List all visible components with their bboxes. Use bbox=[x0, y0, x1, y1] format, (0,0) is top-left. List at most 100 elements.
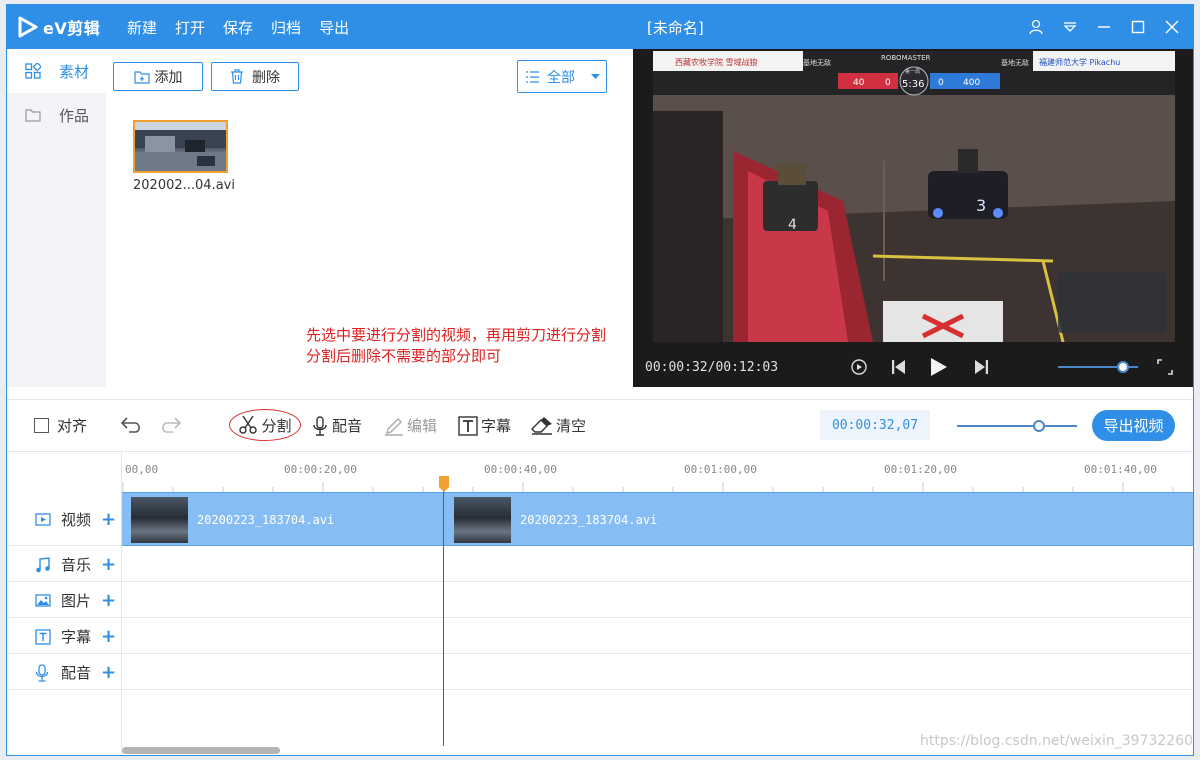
thumbnail-scene-image bbox=[135, 122, 226, 171]
menu-save[interactable]: 保存 bbox=[223, 17, 253, 38]
subtitle-button[interactable]: 字幕 bbox=[458, 415, 511, 436]
timeline-scrollbar[interactable] bbox=[122, 747, 280, 754]
video-preview-panel: 4 3 西藏农牧学院 雪域战狼 基地无敌 ROBOMASTER 40 0 第一局… bbox=[633, 49, 1193, 387]
time-ruler: 00,00 00:00:20,00 00:00:40,00 00:01:00,0… bbox=[122, 452, 1193, 492]
dub-label: 配音 bbox=[332, 417, 363, 435]
subtitle-label: 字幕 bbox=[481, 417, 512, 435]
track-label-music: 音乐 + bbox=[35, 554, 116, 575]
robot-left-number: 4 bbox=[788, 217, 797, 233]
add-music-track-button[interactable]: + bbox=[101, 554, 116, 575]
edit-button[interactable]: 编辑 bbox=[384, 415, 437, 436]
image-icon bbox=[35, 594, 51, 607]
video-clips-track: 20200223_183704.avi 20200223_183704.avi bbox=[122, 492, 1193, 546]
track-name: 图片 bbox=[61, 592, 92, 610]
ruler-ticks bbox=[122, 482, 1174, 492]
menu-archive[interactable]: 归档 bbox=[271, 17, 301, 38]
video-clip-1[interactable]: 20200223_183704.avi bbox=[122, 493, 444, 545]
app-logo: eV剪辑 bbox=[17, 15, 117, 39]
robot-right-number: 3 bbox=[976, 196, 986, 215]
document-title: [未命名] bbox=[647, 19, 704, 37]
text-box-icon bbox=[458, 415, 478, 436]
instruction-annotation: 先选中要进行分割的视频，再用剪刀进行分割 分割后删除不需要的部分即可 bbox=[306, 325, 606, 367]
maximize-icon bbox=[1131, 20, 1145, 34]
menu-new[interactable]: 新建 bbox=[127, 17, 157, 38]
fullscreen-icon[interactable] bbox=[1157, 359, 1173, 375]
microphone-icon bbox=[313, 415, 327, 436]
track-label-dub: 配音 + bbox=[35, 662, 116, 683]
align-checkbox[interactable]: 对齐 bbox=[34, 415, 87, 436]
track-name: 字幕 bbox=[61, 628, 92, 646]
video-icon bbox=[35, 513, 51, 526]
music-icon bbox=[36, 556, 50, 572]
dub-button[interactable]: 配音 bbox=[312, 415, 362, 436]
clip-thumbnail bbox=[454, 497, 511, 543]
split-button[interactable]: 分割 bbox=[229, 409, 301, 441]
score-left-label: 40 bbox=[853, 78, 865, 88]
add-dub-track-button[interactable]: + bbox=[101, 662, 116, 683]
add-file-icon bbox=[133, 70, 150, 84]
loop-icon[interactable] bbox=[850, 358, 868, 376]
menu-export[interactable]: 导出 bbox=[319, 17, 349, 38]
folder-icon bbox=[25, 109, 41, 122]
sidebar: 素材 作品 bbox=[7, 49, 106, 387]
match-clock-label: 5:36 bbox=[902, 79, 924, 90]
redo-icon[interactable] bbox=[159, 416, 181, 434]
music-track-row bbox=[7, 546, 1193, 582]
clear-button[interactable]: 清空 bbox=[531, 415, 586, 436]
text-icon bbox=[35, 628, 51, 645]
next-frame-icon[interactable] bbox=[974, 359, 988, 375]
filter-dropdown[interactable]: 全部 bbox=[517, 60, 607, 93]
volume-knob bbox=[1117, 361, 1129, 373]
playback-time: 00:00:32/00:12:03 bbox=[645, 359, 779, 375]
trash-icon bbox=[231, 69, 243, 84]
play-icon[interactable] bbox=[930, 357, 948, 377]
close-icon bbox=[1165, 20, 1179, 34]
video-clip-2[interactable]: 20200223_183704.avi bbox=[444, 493, 1193, 545]
logo-icon bbox=[18, 16, 38, 38]
close-button[interactable] bbox=[1155, 5, 1189, 49]
add-subtitle-track-button[interactable]: + bbox=[101, 626, 116, 647]
image-track-row bbox=[7, 582, 1193, 618]
chevron-down-icon bbox=[591, 73, 600, 79]
delete-media-button[interactable]: 删除 bbox=[211, 62, 299, 91]
annotation-line-1: 先选中要进行分割的视频，再用剪刀进行分割 bbox=[306, 326, 607, 344]
add-video-track-button[interactable]: + bbox=[101, 509, 116, 530]
round-label: 第一局 bbox=[905, 68, 920, 75]
playhead-handle[interactable] bbox=[439, 476, 449, 492]
add-media-button[interactable]: 添加 bbox=[113, 62, 203, 91]
user-button[interactable] bbox=[1019, 5, 1053, 49]
list-icon bbox=[526, 70, 539, 83]
split-label: 分割 bbox=[261, 416, 292, 435]
add-image-track-button[interactable]: + bbox=[101, 590, 116, 611]
playback-controls: 00:00:32/00:12:03 bbox=[633, 347, 1193, 387]
maximize-button[interactable] bbox=[1121, 5, 1155, 49]
volume-slider[interactable] bbox=[1058, 360, 1144, 374]
media-thumbnail[interactable] bbox=[133, 120, 228, 173]
track-name: 视频 bbox=[61, 511, 92, 529]
menu-open[interactable]: 打开 bbox=[175, 17, 205, 38]
previous-frame-icon[interactable] bbox=[892, 359, 906, 375]
minimize-button[interactable] bbox=[1087, 5, 1121, 49]
arena-scene-image: 4 3 西藏农牧学院 雪域战狼 基地无敌 ROBOMASTER 40 0 第一局… bbox=[653, 51, 1175, 342]
pencil-icon bbox=[385, 417, 403, 436]
timeline: 00,00 00:00:20,00 00:00:40,00 00:01:00,0… bbox=[7, 451, 1193, 755]
sidebar-item-works[interactable]: 作品 bbox=[7, 93, 106, 137]
timeline-zoom-slider[interactable] bbox=[957, 419, 1079, 433]
media-library-panel: 添加 删除 全部 202002...04.avi 先选中要进行分割的视频，再用剪… bbox=[106, 49, 627, 387]
clip-name: 20200223_183704.avi bbox=[520, 513, 658, 527]
playhead-line[interactable] bbox=[443, 476, 444, 746]
base-right-label: 基地无敌 bbox=[1001, 58, 1029, 67]
checkbox-box bbox=[34, 418, 49, 433]
sidebar-item-label: 素材 bbox=[59, 62, 90, 81]
minimize-icon bbox=[1098, 26, 1110, 28]
app-name: eV剪辑 bbox=[43, 19, 101, 38]
track-name: 音乐 bbox=[61, 556, 92, 574]
sidebar-item-materials[interactable]: 素材 bbox=[7, 49, 106, 93]
settings-dropdown-button[interactable] bbox=[1053, 5, 1087, 49]
undo-icon[interactable] bbox=[121, 416, 143, 434]
title-bar: eV剪辑 新建 打开 保存 归档 导出 [未命名] bbox=[7, 5, 1193, 49]
zoom-knob bbox=[1033, 420, 1045, 432]
annotation-line-2: 分割后删除不需要的部分即可 bbox=[306, 347, 502, 365]
clip-name: 20200223_183704.avi bbox=[197, 513, 335, 527]
export-video-button[interactable]: 导出视频 bbox=[1092, 410, 1175, 441]
